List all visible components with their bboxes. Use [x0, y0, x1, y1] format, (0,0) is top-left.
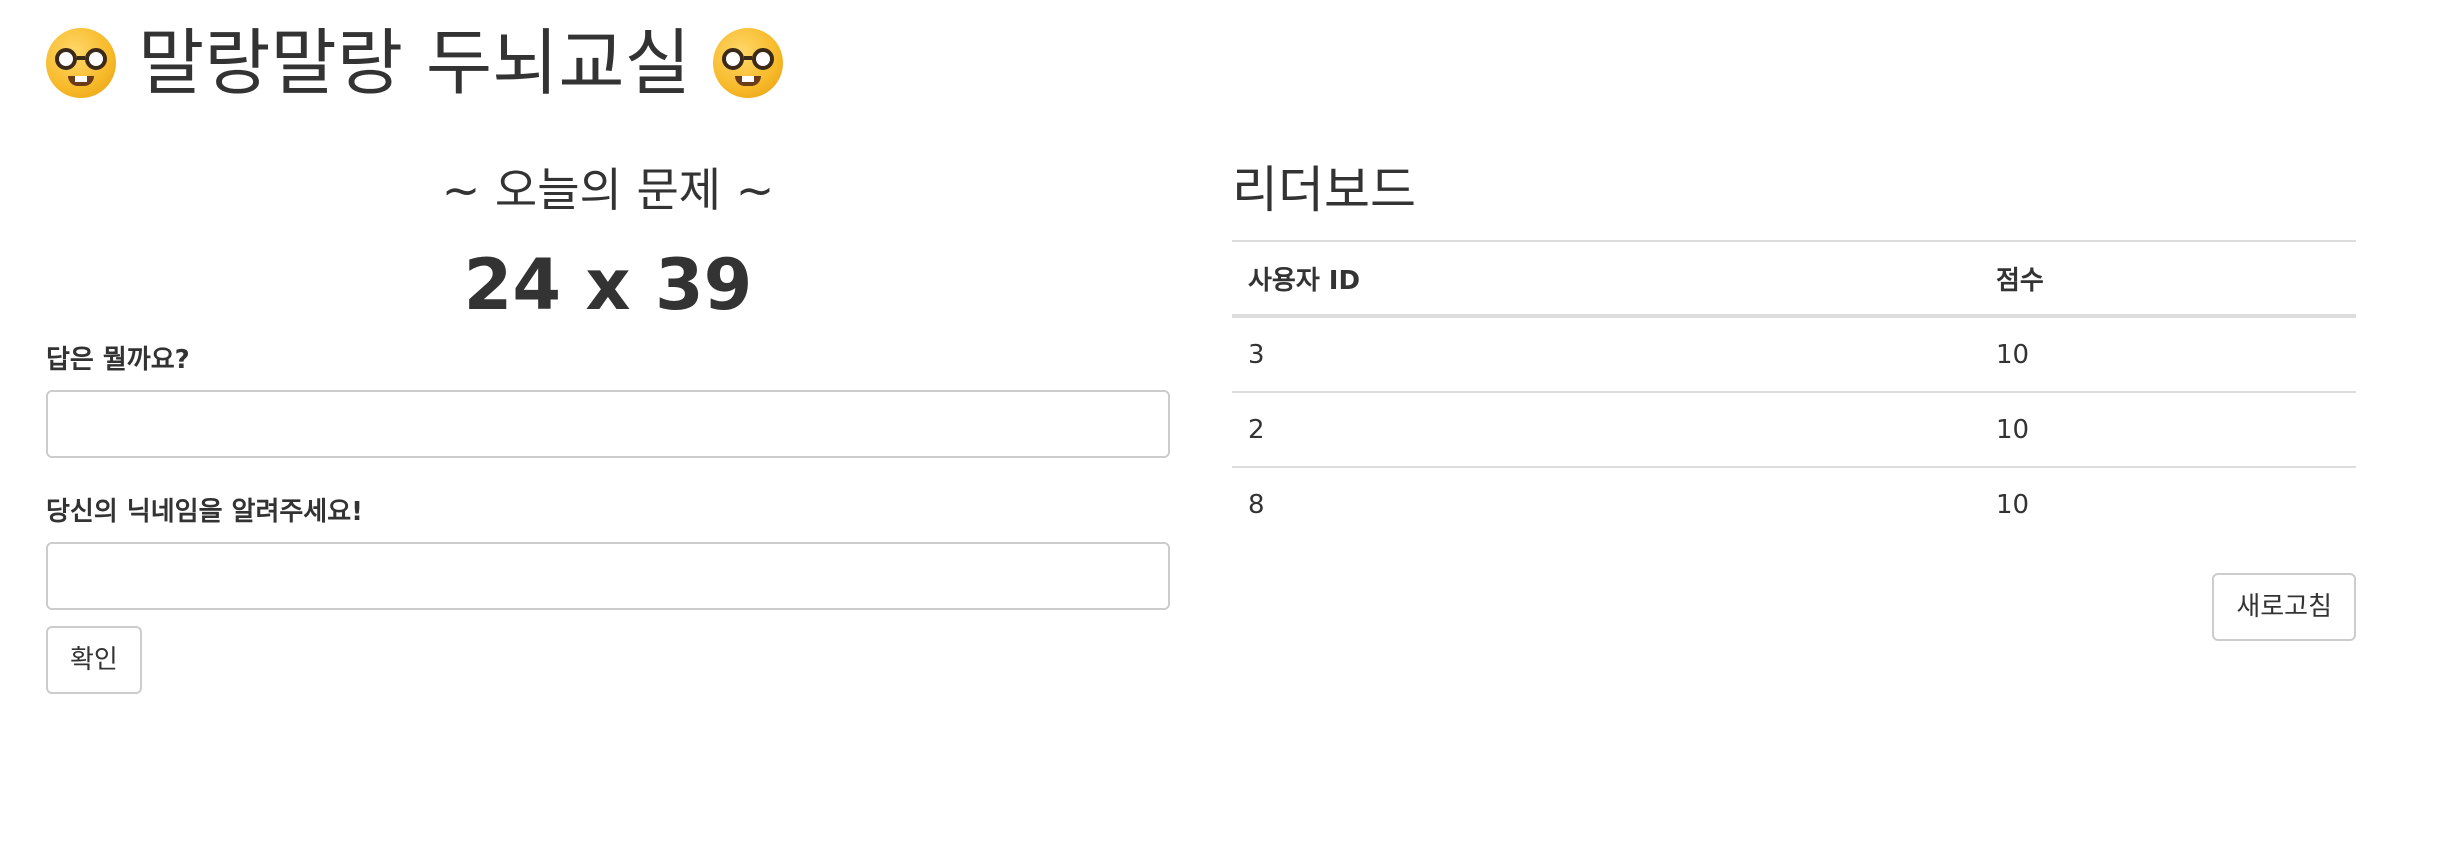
leaderboard-table: 사용자 ID 점수 3 10 2 10 8 10 — [1232, 240, 2356, 541]
refresh-button[interactable]: 새로고침 — [2212, 573, 2356, 641]
quiz-panel: ~ 오늘의 문제 ~ 24 x 39 답은 뭘까요? 당신의 닉네임을 알려주세… — [46, 150, 1170, 694]
column-header-score: 점수 — [1980, 240, 2356, 318]
user-id-cell: 3 — [1232, 316, 1980, 393]
nickname-label: 당신의 닉네임을 알려주세요! — [46, 497, 364, 527]
confirm-button[interactable]: 확인 — [46, 626, 142, 694]
nickname-input[interactable] — [46, 542, 1170, 610]
table-row: 8 10 — [1232, 467, 2356, 541]
page-title: 말랑말랑 두뇌교실 — [138, 21, 691, 105]
nerd-face-icon — [712, 28, 783, 98]
refresh-row: 새로고침 — [1232, 573, 2356, 641]
quiz-heading: ~ 오늘의 문제 ~ — [441, 163, 775, 217]
column-header-user-id: 사용자 ID — [1232, 240, 1980, 318]
score-cell: 10 — [1980, 316, 2356, 393]
score-cell: 10 — [1996, 489, 2030, 520]
quiz-problem: 24 x 39 — [463, 244, 753, 326]
table-row: 2 10 — [1232, 392, 2356, 468]
page: 말랑말랑 두뇌교실 ~ 오늘의 문제 ~ 24 x 39 답은 뭘까요? 당신의… — [0, 0, 2448, 844]
answer-label: 답은 뭘까요? — [46, 345, 190, 375]
table-row: 3 10 — [1232, 316, 2356, 393]
score-cell: 10 — [1980, 392, 2356, 468]
answer-input[interactable] — [46, 390, 1170, 458]
table-header-row: 사용자 ID 점수 — [1232, 240, 2356, 318]
user-id-cell: 2 — [1232, 392, 1980, 468]
page-header: 말랑말랑 두뇌교실 — [46, 18, 783, 108]
leaderboard-heading: 리더보드 — [1232, 161, 1416, 219]
user-id-cell: 8 — [1248, 489, 1265, 520]
leaderboard-panel: 리더보드 사용자 ID 점수 3 10 2 10 8 10 새로고침 — [1232, 150, 2356, 641]
nerd-face-icon — [46, 28, 116, 98]
